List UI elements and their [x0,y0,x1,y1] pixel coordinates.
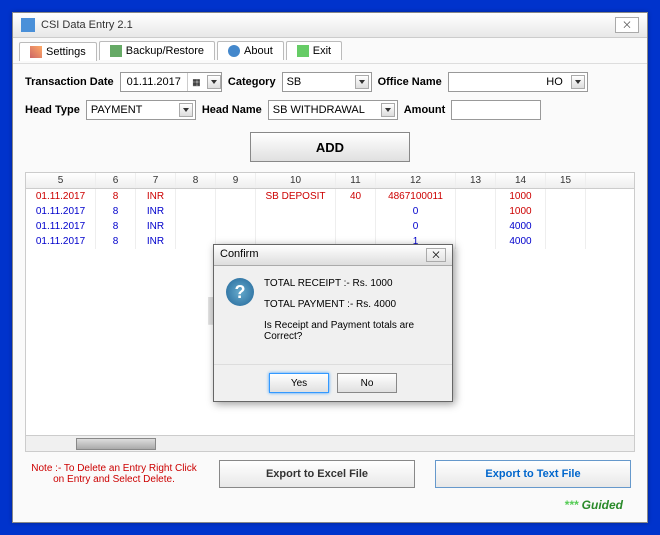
dialog-titlebar: Confirm ⨉ [214,245,452,266]
tab-backup[interactable]: Backup/Restore [99,41,215,60]
headname-label: Head Name [202,104,262,116]
office-label: Office Name [378,76,442,88]
exit-icon [297,45,309,57]
table-row[interactable]: 01.11.20178INR01000 [26,204,634,219]
tab-settings-label: Settings [46,46,86,58]
main-window: CSI Data Entry 2.1 ⨉ Settings Backup/Res… [12,12,648,523]
headname-combo[interactable]: SB WITHDRAWAL [268,100,398,120]
headtype-label: Head Type [25,104,80,116]
yes-button[interactable]: Yes [269,373,329,393]
info-icon [228,45,240,57]
menubar: Settings Backup/Restore About Exit [13,38,647,64]
app-icon [21,18,35,32]
calendar-icon[interactable]: ▦ [187,73,205,91]
wrench-icon [30,46,42,58]
chevron-down-icon[interactable] [207,75,221,89]
tab-exit-label: Exit [313,45,331,57]
confirm-dialog: Confirm ⨉ ? TOTAL RECEIPT :- Rs. 1000 TOT… [213,244,453,402]
chevron-down-icon[interactable] [571,75,585,89]
dialog-close-icon[interactable]: ⨉ [426,248,446,262]
category-combo[interactable]: SB [282,72,372,92]
export-excel-button[interactable]: Export to Excel File [219,460,415,488]
titlebar: CSI Data Entry 2.1 ⨉ [13,13,647,38]
footer: Note :- To Delete an Entry Right Click o… [25,452,635,496]
window-title: CSI Data Entry 2.1 [41,19,613,31]
chevron-down-icon[interactable] [179,103,193,117]
delete-note: Note :- To Delete an Entry Right Click o… [29,463,199,485]
chevron-down-icon[interactable] [355,75,369,89]
txdate-input[interactable]: 01.11.2017▦ [120,72,222,92]
disk-icon [110,45,122,57]
dialog-text: TOTAL RECEIPT :- Rs. 1000 TOTAL PAYMENT … [264,278,440,352]
grid-header: 56789101112131415 [26,173,634,189]
txdate-label: Transaction Date [25,76,114,88]
no-button[interactable]: No [337,373,397,393]
add-button[interactable]: ADD [250,132,410,162]
question-icon: ? [226,278,254,306]
scroll-thumb[interactable] [76,438,156,450]
content: Transaction Date 01.11.2017▦ Category SB… [13,64,647,522]
amount-input[interactable] [451,100,541,120]
hscrollbar[interactable] [26,435,634,451]
amount-label: Amount [404,104,446,116]
tab-backup-label: Backup/Restore [126,45,204,57]
guided-label: *** Guided [25,496,635,514]
headtype-combo[interactable]: PAYMENT [86,100,196,120]
chevron-down-icon[interactable] [381,103,395,117]
office-combo[interactable]: HO [448,72,588,92]
export-text-button[interactable]: Export to Text File [435,460,631,488]
tab-about-label: About [244,45,273,57]
tab-exit[interactable]: Exit [286,41,342,60]
close-icon[interactable]: ⨉ [615,17,639,33]
table-row[interactable]: 01.11.20178INRSB DEPOSIT4048671000111000 [26,189,634,204]
category-label: Category [228,76,276,88]
table-row[interactable]: 01.11.20178INR04000 [26,219,634,234]
tab-about[interactable]: About [217,41,284,60]
tab-settings[interactable]: Settings [19,42,97,61]
dialog-title: Confirm [220,248,259,262]
